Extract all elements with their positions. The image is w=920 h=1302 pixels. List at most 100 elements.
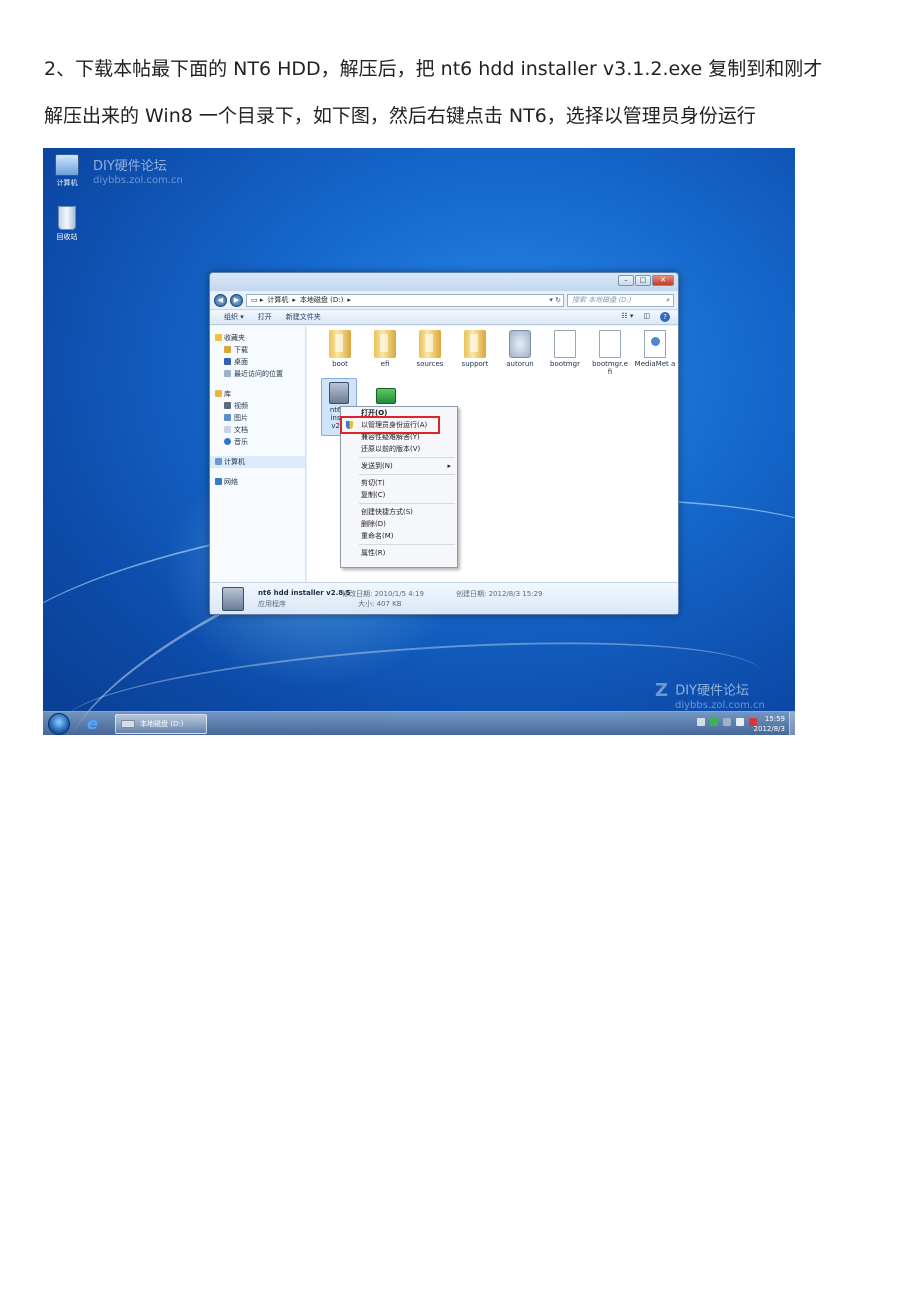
help-icon[interactable]: ?: [660, 312, 670, 322]
nav-documents[interactable]: 文档: [210, 424, 305, 436]
menu-separator: [359, 457, 455, 458]
folder-icon: [464, 330, 486, 358]
new-folder-button[interactable]: 新建文件夹: [286, 312, 321, 322]
autorun-icon: [509, 330, 531, 358]
watermark-title: DIY硬件论坛: [93, 159, 167, 174]
address-bar[interactable]: ▭ ▸ 计算机 ▸ 本地磁盘 (D:) ▸ ▾ ↻: [246, 293, 564, 307]
file-label: bootmgr.e fi: [592, 360, 628, 376]
start-button[interactable]: [48, 713, 70, 735]
action-center-icon[interactable]: [710, 718, 718, 726]
maximize-button[interactable]: □: [635, 275, 651, 286]
nav-label: 桌面: [234, 358, 248, 366]
open-button[interactable]: 打开: [258, 312, 272, 322]
internet-explorer-icon[interactable]: e: [87, 715, 105, 733]
file-item-bootmgr-efi[interactable]: bootmgr.e fi: [589, 326, 631, 376]
view-options-icon[interactable]: ☷ ▾: [621, 312, 633, 322]
menu-separator: [359, 474, 455, 475]
nav-music[interactable]: 音乐: [210, 436, 305, 448]
details-modified: 修改日期: 2010/1/5 4:19: [342, 590, 424, 598]
nav-videos[interactable]: 视频: [210, 400, 305, 412]
taskbar-item-drive[interactable]: 本地磁盘 (D:): [115, 714, 207, 734]
file-item-setup[interactable]: [365, 378, 407, 406]
installer-icon: [329, 382, 349, 404]
video-icon: [224, 402, 231, 409]
organize-button[interactable]: 组织 ▾: [224, 312, 244, 322]
file-item-sources[interactable]: sources: [409, 326, 451, 368]
show-desktop-button[interactable]: [789, 712, 795, 735]
file-item-efi[interactable]: efi: [364, 326, 406, 368]
nav-label: 下载: [234, 346, 248, 354]
network-icon: [215, 478, 222, 485]
clock[interactable]: 15:59 2012/8/3: [754, 714, 785, 734]
computer-icon: [215, 458, 222, 465]
downloads-icon: [224, 346, 231, 353]
picture-icon: [224, 414, 231, 421]
file-label: MediaMet a: [634, 360, 676, 368]
title-bar[interactable]: – □ ✕: [210, 273, 678, 291]
menu-item-rename[interactable]: 重命名(M): [341, 530, 457, 542]
folder-icon: [419, 330, 441, 358]
clock-time: 15:59: [764, 715, 785, 723]
nav-desktop[interactable]: 桌面: [210, 356, 305, 368]
nav-label: 库: [224, 390, 231, 398]
back-button[interactable]: ◀: [214, 293, 227, 307]
menu-item-delete[interactable]: 删除(D): [341, 518, 457, 530]
refresh-icon[interactable]: ▾ ↻: [549, 296, 561, 304]
close-button[interactable]: ✕: [652, 275, 674, 286]
drive-icon: [121, 720, 135, 728]
search-input[interactable]: 搜索 本地磁盘 (D:) ⌕: [567, 293, 674, 307]
file-item-bootmgr[interactable]: bootmgr: [544, 326, 586, 368]
nav-label: 文档: [234, 426, 248, 434]
forward-button[interactable]: ▶: [230, 293, 243, 307]
network-icon[interactable]: [723, 718, 731, 726]
file-label: support: [461, 360, 489, 368]
watermark-logo-icon: Z: [655, 680, 669, 701]
nav-network[interactable]: 网络: [210, 476, 305, 488]
breadcrumb-separator-icon: ▸: [347, 296, 351, 304]
search-placeholder: 搜索 本地磁盘 (D:): [572, 295, 632, 304]
nav-pictures[interactable]: 图片: [210, 412, 305, 424]
nav-label: 最近访问的位置: [234, 370, 283, 378]
nav-label: 网络: [224, 478, 238, 486]
watermark-title: DIY硬件论坛: [675, 683, 749, 699]
menu-item-create-shortcut[interactable]: 创建快捷方式(S): [341, 506, 457, 518]
navigation-pane: 收藏夹 下载 桌面 最近访问的位置 库 视频 图片 文档 音乐 计算机 网络: [210, 326, 306, 582]
file-item-boot[interactable]: boot: [319, 326, 361, 368]
highlight-box: [340, 416, 440, 434]
breadcrumb-drive[interactable]: 本地磁盘 (D:): [300, 295, 343, 305]
preview-pane-icon[interactable]: ◫: [643, 312, 650, 322]
details-file-name: nt6 hdd installer v2.8.5: [258, 589, 351, 597]
menu-item-restore-previous-versions[interactable]: 还原以前的版本(V): [341, 443, 457, 455]
document-icon: [224, 426, 231, 433]
menu-item-cut[interactable]: 剪切(T): [341, 477, 457, 489]
file-item-support[interactable]: support: [454, 326, 496, 368]
keyboard-icon[interactable]: [697, 718, 705, 726]
file-label: autorun: [506, 360, 534, 368]
breadcrumb-computer[interactable]: 计算机: [267, 295, 288, 305]
command-bar: 组织 ▾ 打开 新建文件夹 ☷ ▾ ◫ ?: [210, 309, 678, 325]
desktop-icon-computer[interactable]: 计算机: [49, 154, 85, 188]
nav-label: 计算机: [224, 458, 245, 466]
file-icon: [599, 330, 621, 358]
minimize-button[interactable]: –: [618, 275, 634, 286]
clock-date: 2012/8/3: [753, 725, 785, 733]
watermark-bottom: Z DIY硬件论坛 diybbs.zol.com.cn: [655, 680, 765, 713]
file-item-mediameta[interactable]: MediaMet a: [634, 326, 676, 368]
menu-item-copy[interactable]: 复制(C): [341, 489, 457, 501]
search-icon[interactable]: ⌕: [666, 295, 670, 306]
menu-separator: [359, 503, 455, 504]
nav-computer[interactable]: 计算机: [210, 456, 305, 468]
nav-favorites[interactable]: 收藏夹: [210, 332, 305, 344]
file-item-autorun[interactable]: autorun: [499, 326, 541, 368]
nav-downloads[interactable]: 下载: [210, 344, 305, 356]
details-file-kind: 应用程序: [258, 600, 286, 608]
nav-label: 视频: [234, 402, 248, 410]
menu-item-properties[interactable]: 属性(R): [341, 547, 457, 559]
system-tray: [697, 718, 757, 726]
nav-libraries[interactable]: 库: [210, 388, 305, 400]
nav-recent[interactable]: 最近访问的位置: [210, 368, 305, 380]
menu-item-send-to[interactable]: 发送到(N) ▸: [341, 460, 457, 472]
folder-icon: [329, 330, 351, 358]
volume-icon[interactable]: [736, 718, 744, 726]
desktop-icon-recycle-bin[interactable]: 回收站: [49, 206, 85, 242]
